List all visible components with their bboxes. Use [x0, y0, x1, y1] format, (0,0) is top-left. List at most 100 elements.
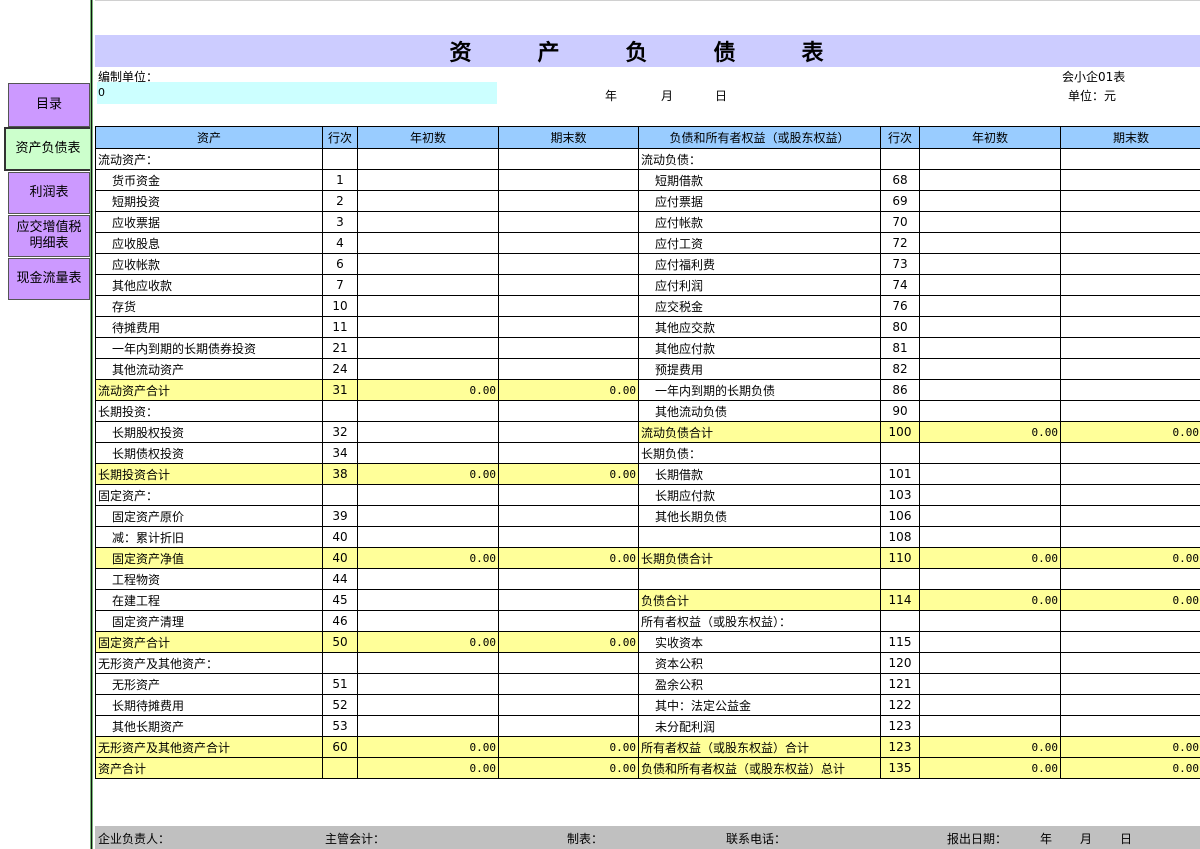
- opening-balance-cell[interactable]: [357, 484, 499, 506]
- opening-balance-cell[interactable]: [919, 484, 1061, 506]
- line-number-cell[interactable]: 1: [322, 169, 358, 191]
- liability-item-cell[interactable]: 应付福利费: [638, 253, 881, 275]
- liability-item-cell[interactable]: 所有者权益（或股东权益）合计: [638, 736, 881, 758]
- asset-item-cell[interactable]: 工程物资: [95, 568, 323, 590]
- liability-item-cell[interactable]: 应付利润: [638, 274, 881, 296]
- line-number-cell[interactable]: 120: [880, 652, 920, 674]
- asset-item-cell[interactable]: 长期债权投资: [95, 442, 323, 464]
- opening-balance-cell[interactable]: [919, 568, 1061, 590]
- line-number-cell[interactable]: 6: [322, 253, 358, 275]
- liability-item-cell[interactable]: 未分配利润: [638, 715, 881, 737]
- liability-item-cell[interactable]: 盈余公积: [638, 673, 881, 695]
- asset-item-cell[interactable]: 无形资产及其他资产：: [95, 652, 323, 674]
- closing-balance-cell[interactable]: [1060, 400, 1200, 422]
- opening-balance-cell[interactable]: [919, 631, 1061, 653]
- closing-balance-cell[interactable]: [1060, 358, 1200, 380]
- closing-balance-cell[interactable]: [1060, 442, 1200, 464]
- liability-item-cell[interactable]: 资本公积: [638, 652, 881, 674]
- asset-item-cell[interactable]: 存货: [95, 295, 323, 317]
- nav-button-balance-sheet[interactable]: 资产负债表: [4, 127, 92, 171]
- asset-item-cell[interactable]: 无形资产: [95, 673, 323, 695]
- liability-item-cell[interactable]: 长期负债：: [638, 442, 881, 464]
- closing-balance-cell[interactable]: [1060, 610, 1200, 632]
- closing-balance-cell[interactable]: [498, 190, 639, 212]
- opening-balance-cell[interactable]: [357, 673, 499, 695]
- opening-balance-cell[interactable]: [357, 169, 499, 191]
- closing-balance-cell[interactable]: [1060, 190, 1200, 212]
- line-number-cell[interactable]: [880, 148, 920, 170]
- liability-item-cell[interactable]: 应付帐款: [638, 211, 881, 233]
- line-number-cell[interactable]: 114: [880, 589, 920, 611]
- line-number-cell[interactable]: 81: [880, 337, 920, 359]
- asset-item-cell[interactable]: 其他流动资产: [95, 358, 323, 380]
- opening-balance-cell[interactable]: [919, 715, 1061, 737]
- closing-balance-cell[interactable]: [498, 148, 639, 170]
- line-number-cell[interactable]: 76: [880, 295, 920, 317]
- closing-balance-cell[interactable]: [1060, 316, 1200, 338]
- asset-item-cell[interactable]: 一年内到期的长期债券投资: [95, 337, 323, 359]
- closing-balance-cell[interactable]: [1060, 463, 1200, 485]
- opening-balance-cell[interactable]: [357, 442, 499, 464]
- asset-item-cell[interactable]: 流动资产：: [95, 148, 323, 170]
- closing-balance-cell[interactable]: 0.00: [498, 379, 639, 401]
- closing-balance-cell[interactable]: [1060, 337, 1200, 359]
- closing-balance-cell[interactable]: 0.00: [498, 757, 639, 779]
- asset-item-cell[interactable]: 应收股息: [95, 232, 323, 254]
- opening-balance-cell[interactable]: [357, 316, 499, 338]
- closing-balance-cell[interactable]: [1060, 694, 1200, 716]
- opening-balance-cell[interactable]: [919, 337, 1061, 359]
- closing-balance-cell[interactable]: [498, 232, 639, 254]
- opening-balance-cell[interactable]: [919, 526, 1061, 548]
- liability-item-cell[interactable]: 其他应付款: [638, 337, 881, 359]
- asset-item-cell[interactable]: 长期待摊费用: [95, 694, 323, 716]
- closing-balance-cell[interactable]: [1060, 295, 1200, 317]
- opening-balance-cell[interactable]: 0.00: [357, 463, 499, 485]
- opening-balance-cell[interactable]: [357, 589, 499, 611]
- compiler-input[interactable]: 0: [97, 82, 497, 104]
- opening-balance-cell[interactable]: 0.00: [919, 757, 1061, 779]
- opening-balance-cell[interactable]: 0.00: [919, 736, 1061, 758]
- line-number-cell[interactable]: 39: [322, 505, 358, 527]
- opening-balance-cell[interactable]: 0.00: [357, 631, 499, 653]
- line-number-cell[interactable]: 24: [322, 358, 358, 380]
- closing-balance-cell[interactable]: [1060, 379, 1200, 401]
- closing-balance-cell[interactable]: [498, 610, 639, 632]
- line-number-cell[interactable]: [880, 610, 920, 632]
- closing-balance-cell[interactable]: [1060, 631, 1200, 653]
- line-number-cell[interactable]: 100: [880, 421, 920, 443]
- closing-balance-cell[interactable]: [1060, 526, 1200, 548]
- line-number-cell[interactable]: 53: [322, 715, 358, 737]
- line-number-cell[interactable]: [880, 568, 920, 590]
- nav-button-vat-detail[interactable]: 应交增值税明细表: [8, 215, 90, 257]
- line-number-cell[interactable]: [322, 148, 358, 170]
- line-number-cell[interactable]: 74: [880, 274, 920, 296]
- line-number-cell[interactable]: 115: [880, 631, 920, 653]
- opening-balance-cell[interactable]: 0.00: [919, 547, 1061, 569]
- liability-item-cell[interactable]: 其中：法定公益金: [638, 694, 881, 716]
- asset-item-cell[interactable]: 应收帐款: [95, 253, 323, 275]
- asset-item-cell[interactable]: 固定资产合计: [95, 631, 323, 653]
- line-number-cell[interactable]: 72: [880, 232, 920, 254]
- line-number-cell[interactable]: 38: [322, 463, 358, 485]
- liability-item-cell[interactable]: [638, 526, 881, 548]
- asset-item-cell[interactable]: 减：累计折旧: [95, 526, 323, 548]
- opening-balance-cell[interactable]: 0.00: [357, 757, 499, 779]
- closing-balance-cell[interactable]: [498, 316, 639, 338]
- line-number-cell[interactable]: 68: [880, 169, 920, 191]
- opening-balance-cell[interactable]: 0.00: [357, 547, 499, 569]
- liability-item-cell[interactable]: 其他流动负债: [638, 400, 881, 422]
- line-number-cell[interactable]: 31: [322, 379, 358, 401]
- opening-balance-cell[interactable]: [357, 715, 499, 737]
- opening-balance-cell[interactable]: 0.00: [357, 379, 499, 401]
- line-number-cell[interactable]: 123: [880, 736, 920, 758]
- asset-item-cell[interactable]: 无形资产及其他资产合计: [95, 736, 323, 758]
- line-number-cell[interactable]: 121: [880, 673, 920, 695]
- nav-button-cash-flow[interactable]: 现金流量表: [8, 258, 90, 300]
- opening-balance-cell[interactable]: [357, 358, 499, 380]
- asset-item-cell[interactable]: 固定资产净值: [95, 547, 323, 569]
- opening-balance-cell[interactable]: [919, 169, 1061, 191]
- closing-balance-cell[interactable]: [498, 421, 639, 443]
- asset-item-cell[interactable]: 货币资金: [95, 169, 323, 191]
- asset-item-cell[interactable]: 其他应收款: [95, 274, 323, 296]
- liability-item-cell[interactable]: 其他应交款: [638, 316, 881, 338]
